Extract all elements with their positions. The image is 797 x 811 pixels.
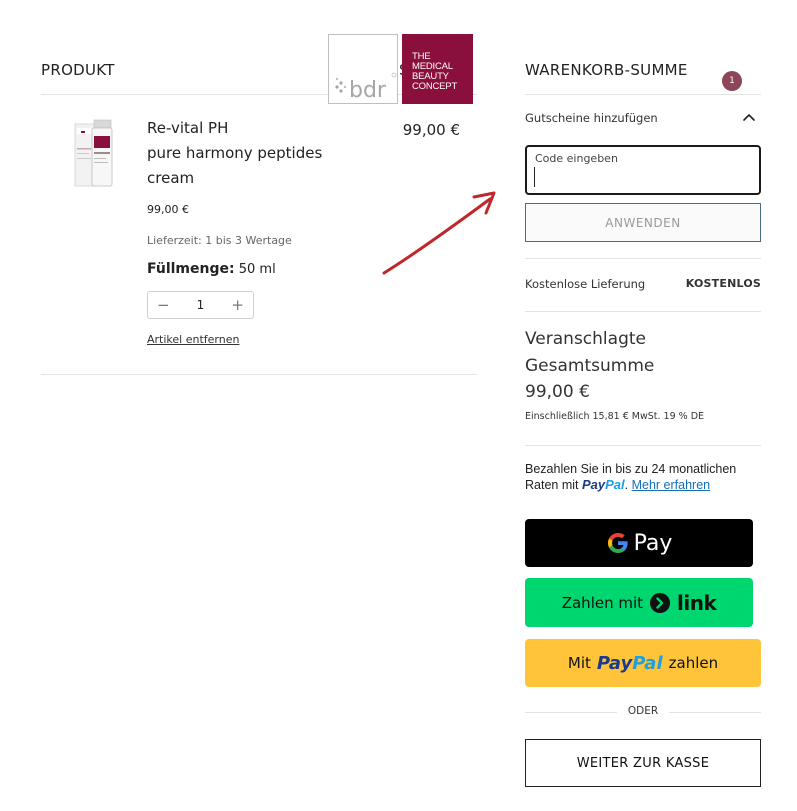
google-g-icon: [607, 533, 628, 553]
column-header-product: PRODUKT: [41, 61, 115, 79]
remove-item-link[interactable]: Artikel entfernen: [147, 333, 239, 346]
estimated-total-label-line-1: Veranschlagte: [525, 329, 646, 349]
shipping-value: KOSTENLOS: [685, 277, 761, 290]
or-separator-label: ODER: [617, 705, 669, 717]
chevron-up-icon[interactable]: [742, 111, 756, 125]
link-brand: link: [677, 590, 717, 615]
apply-voucher-button[interactable]: ANWENDEN: [525, 203, 761, 242]
unit-price: 99,00 €: [147, 203, 189, 216]
estimated-total-label: Veranschlagte Gesamtsumme: [525, 326, 725, 380]
paypal-wordmark-pal: Pal: [632, 652, 663, 674]
logo-line-4: CONCEPT: [412, 81, 458, 92]
paypal-checkout-button[interactable]: Mit PayPal zahlen: [525, 639, 761, 687]
delivery-time: Lieferzeit: 1 bis 3 Wertage: [147, 234, 292, 247]
paypal-message-prefix: Raten mit: [525, 478, 579, 492]
line-total: 99,00 €: [402, 121, 460, 139]
paypal-installment-message: Bezahlen Sie in bis zu 24 monatlichen Ra…: [525, 461, 765, 493]
text-cursor: [534, 167, 535, 187]
summary-divider-4: [525, 445, 761, 446]
paypal-logo-pay: Pay: [581, 477, 606, 492]
product-name-line-1: Re-vital PH: [147, 119, 229, 137]
link-arrow-icon: [650, 592, 671, 613]
add-voucher-toggle[interactable]: Gutscheine hinzufügen: [525, 111, 658, 125]
bdr-logo: bdr: [328, 34, 398, 104]
red-arrow-annotation-icon: [382, 191, 496, 275]
product-name-link[interactable]: Re-vital PH pure harmony peptides cream: [147, 116, 377, 191]
pay-with-link-button[interactable]: Zahlen mit link: [525, 578, 753, 627]
product-thumbnail[interactable]: [72, 118, 116, 188]
product-name-line-3: cream: [147, 169, 195, 187]
pay-with-link-prefix: Zahlen mit: [561, 593, 644, 612]
voucher-code-label: Code eingeben: [535, 152, 618, 165]
paypal-logo-pal: Pal: [605, 477, 625, 492]
paypal-wordmark-icon: PayPal: [597, 653, 663, 674]
paypal-button-prefix: Mit: [567, 654, 591, 672]
product-name-line-2: pure harmony peptides: [147, 144, 323, 162]
learn-more-link[interactable]: Mehr erfahren: [632, 478, 711, 492]
shipping-label: Kostenlose Lieferung: [525, 277, 646, 291]
tax-note: Einschließlich 15,81 € MwSt. 19 % DE: [525, 411, 705, 422]
paypal-button-suffix: zahlen: [668, 654, 719, 672]
fill-quantity-label: Füllmenge:: [147, 261, 235, 277]
paypal-logo-icon: PayPal: [582, 477, 625, 492]
voucher-code-input[interactable]: [533, 166, 753, 188]
proceed-to-checkout-button[interactable]: WEITER ZUR KASSE: [525, 739, 761, 787]
paypal-message-line-1: Bezahlen Sie in bis zu 24 monatlichen: [525, 462, 737, 476]
estimated-total-label-line-2: Gesamtsumme: [525, 356, 655, 376]
summary-divider-2: [525, 258, 761, 259]
summary-divider-3: [525, 311, 761, 312]
cart-summary-title: WARENKORB-SUMME: [525, 61, 688, 79]
decrease-quantity-button[interactable]: −: [157, 297, 170, 313]
google-pay-label: Pay: [633, 530, 673, 556]
increase-quantity-button[interactable]: +: [231, 297, 244, 313]
google-pay-button[interactable]: Pay: [525, 519, 753, 567]
cart-count-badge: 1: [722, 71, 742, 91]
fill-quantity: Füllmenge: 50 ml: [147, 261, 276, 277]
quantity-stepper: − 1 +: [147, 291, 254, 319]
quantity-value[interactable]: 1: [197, 298, 205, 312]
estimated-total-value: 99,00 €: [525, 382, 590, 402]
summary-divider-top: [525, 94, 761, 95]
paypal-message-line-2: Raten mit PayPal. Mehr erfahren: [525, 477, 711, 492]
medical-beauty-concept-logo: THE MEDICAL BEAUTY CONCEPT: [402, 34, 473, 104]
paypal-wordmark-pay: Pay: [596, 652, 633, 674]
bdr-logo-mark: bdr: [335, 72, 397, 103]
fill-quantity-value: 50 ml: [234, 262, 276, 277]
svg-text:bdr: bdr: [349, 78, 387, 103]
cart-bottom-divider: [41, 374, 477, 375]
